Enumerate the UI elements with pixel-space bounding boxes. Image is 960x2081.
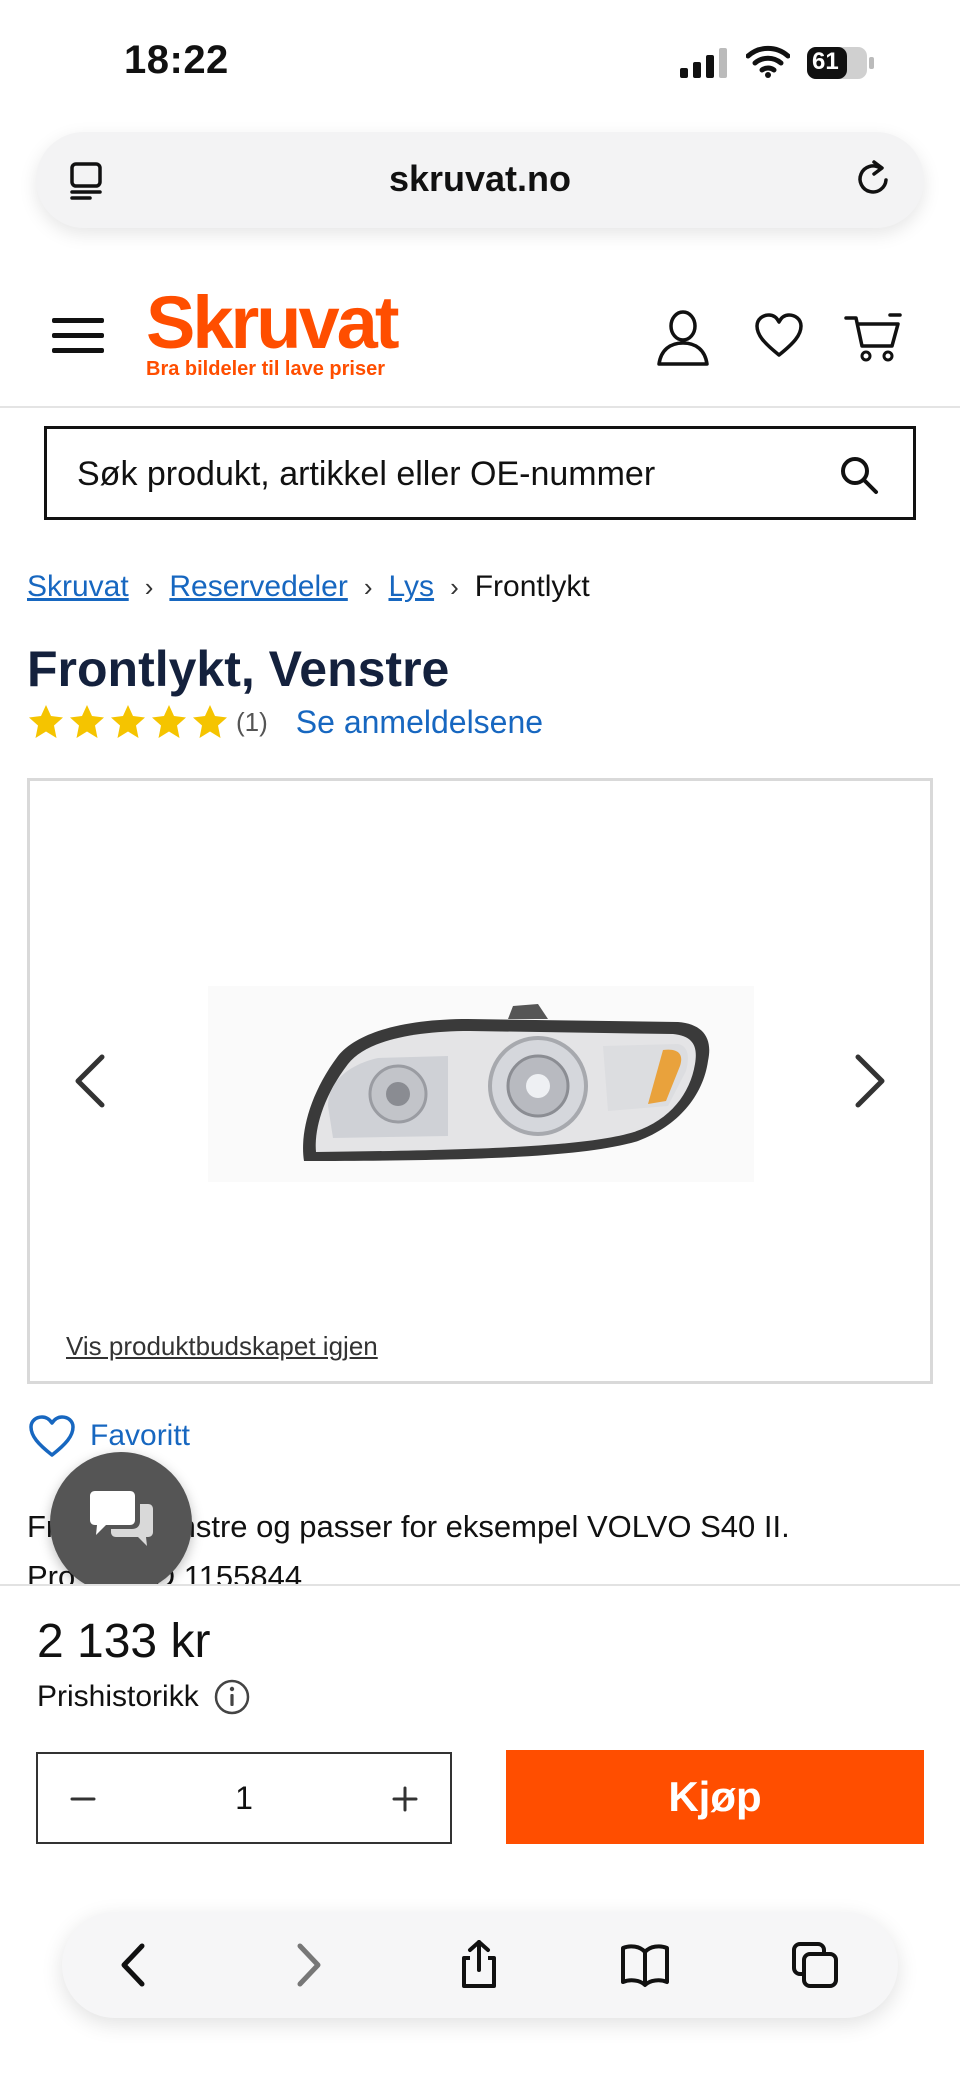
breadcrumb-separator: › xyxy=(363,572,373,602)
share-icon[interactable] xyxy=(454,1940,504,1990)
favorite-label: Favoritt xyxy=(90,1419,191,1452)
info-icon[interactable] xyxy=(213,1678,251,1716)
battery-level: 61 xyxy=(812,48,839,75)
site-logo[interactable]: Skruvat Bra bildeler til lave priser xyxy=(146,281,399,381)
price: 2 133 kr xyxy=(37,1615,211,1668)
back-icon[interactable] xyxy=(110,1940,160,1990)
chat-icon xyxy=(90,1491,153,1546)
breadcrumb-separator: › xyxy=(450,572,459,602)
reviews-link[interactable]: Se anmeldelsene xyxy=(296,704,543,741)
breadcrumb-link-lys[interactable]: Lys xyxy=(388,570,434,603)
status-bar: 18:22 61 xyxy=(0,0,960,120)
rating-row: (1) Se anmeldelsene xyxy=(27,700,543,744)
cellular-signal-icon xyxy=(680,48,727,78)
url-text[interactable]: skruvat.no xyxy=(36,158,924,200)
breadcrumb-link-skruvat[interactable]: Skruvat xyxy=(27,570,129,603)
breadcrumb-separator: › xyxy=(144,572,154,602)
search-placeholder: Søk produkt, artikkel eller OE-nummer xyxy=(77,455,656,493)
breadcrumb: Skruvat › Reservedeler › Lys › Frontlykt xyxy=(27,570,590,604)
quantity-stepper: 1 xyxy=(36,1752,452,1844)
price-history-label: Prishistorikk xyxy=(37,1680,199,1713)
product-image-gallery: Vis produktbudskapet igjen xyxy=(27,778,933,1384)
purchase-panel: 2 133 kr Prishistorikk 1 Kjøp xyxy=(0,1584,960,1884)
menu-icon[interactable] xyxy=(52,316,104,356)
star-icon xyxy=(193,705,227,738)
browser-toolbar xyxy=(62,1912,898,2018)
chevron-right-icon[interactable] xyxy=(850,1053,890,1109)
battery-indicator: 61 xyxy=(806,46,876,80)
forward-icon[interactable] xyxy=(282,1940,332,1990)
breadcrumb-current: Frontlykt xyxy=(474,570,590,603)
heart-icon xyxy=(29,1415,75,1457)
chevron-left-icon[interactable] xyxy=(70,1053,110,1109)
breadcrumb-link-reservedeler[interactable]: Reservedeler xyxy=(169,570,347,603)
reload-icon[interactable] xyxy=(852,158,894,200)
wifi-icon xyxy=(746,45,790,78)
logo-name: Skruvat xyxy=(146,281,399,364)
tabs-icon[interactable] xyxy=(790,1940,840,1990)
favorite-button[interactable]: Favoritt xyxy=(28,1414,190,1458)
search-icon[interactable] xyxy=(839,455,879,495)
price-history-link[interactable]: Prishistorikk xyxy=(37,1678,251,1716)
wishlist-heart-icon[interactable] xyxy=(754,312,804,358)
product-image[interactable] xyxy=(208,986,754,1182)
star-icon xyxy=(29,705,63,738)
plus-icon[interactable] xyxy=(380,1774,430,1824)
star-icon xyxy=(152,705,186,738)
account-icon[interactable] xyxy=(656,310,710,366)
logo-tagline: Bra bildeler til lave priser xyxy=(146,358,385,380)
chat-button[interactable] xyxy=(50,1452,192,1594)
status-time: 18:22 xyxy=(124,38,229,82)
search-input[interactable]: Søk produkt, artikkel eller OE-nummer xyxy=(44,426,916,520)
product-title: Frontlykt, Venstre xyxy=(27,641,450,697)
star-rating xyxy=(27,703,232,741)
bookmarks-icon[interactable] xyxy=(620,1940,670,1990)
star-icon xyxy=(111,705,145,738)
video-link[interactable]: Vis produktbudskapet igjen xyxy=(66,1331,378,1362)
buy-button[interactable]: Kjøp xyxy=(506,1750,924,1844)
star-icon xyxy=(70,705,104,738)
site-header: Skruvat Bra bildeler til lave priser xyxy=(0,260,960,408)
review-count: (1) xyxy=(236,706,268,737)
address-bar[interactable]: skruvat.no xyxy=(36,132,924,228)
cart-icon[interactable] xyxy=(844,312,902,362)
